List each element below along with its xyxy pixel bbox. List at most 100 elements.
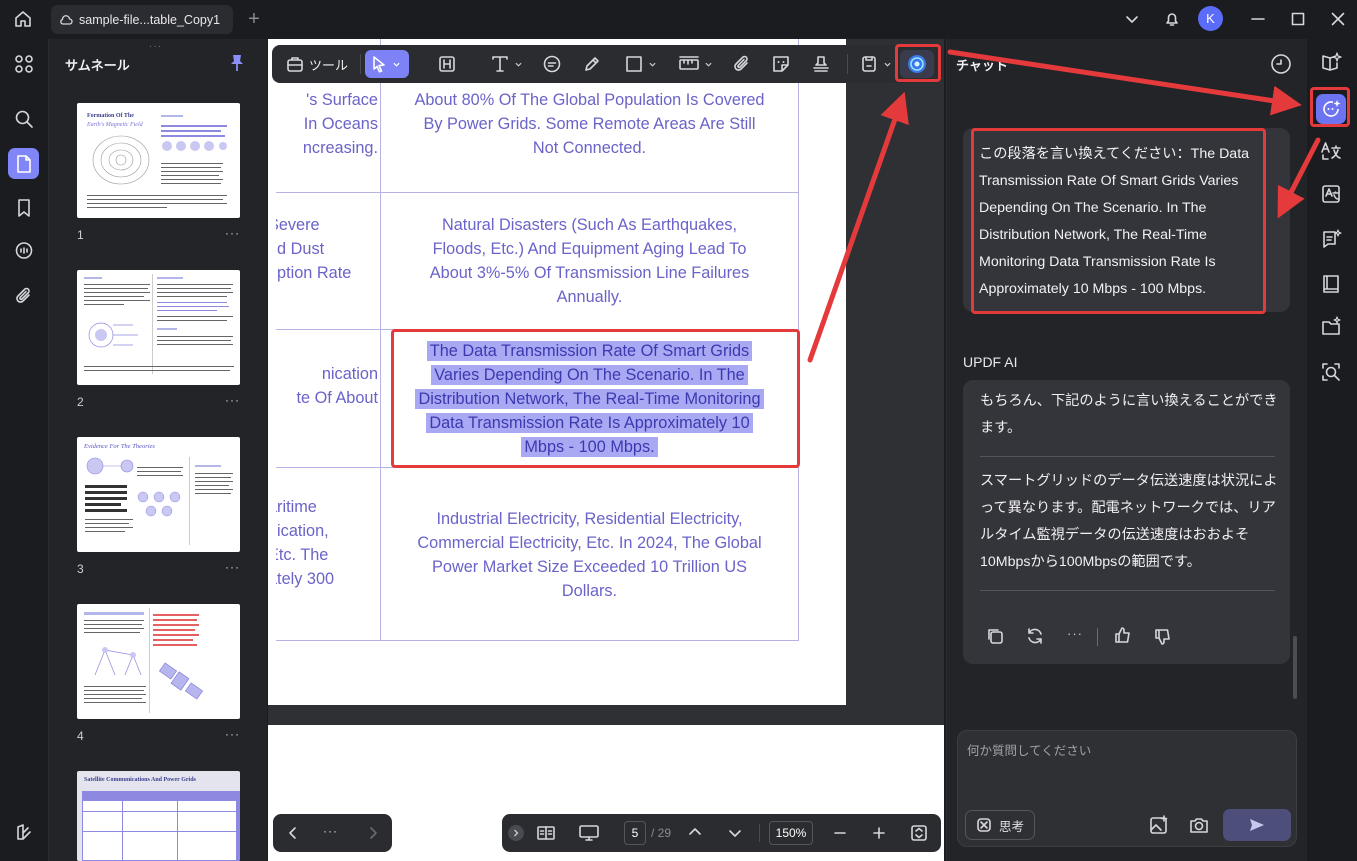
home-icon	[13, 9, 33, 29]
zoom-out-button[interactable]	[833, 826, 847, 840]
bookmarks-button[interactable]	[8, 192, 39, 223]
regenerate-button[interactable]	[1025, 626, 1045, 646]
text-box-button[interactable]	[432, 50, 462, 78]
like-button[interactable]	[1113, 625, 1133, 645]
monitor-icon	[578, 823, 600, 843]
search-button[interactable]	[8, 103, 39, 134]
rectangle-icon	[624, 54, 644, 74]
folder-sparkle-icon	[1320, 316, 1342, 338]
table-cell: Industrial Electricity, Residential Elec…	[417, 510, 762, 600]
page-options-button[interactable]: ···	[225, 393, 240, 407]
bookmark-icon	[15, 198, 33, 218]
send-button[interactable]	[1223, 809, 1291, 841]
ai-search-button[interactable]	[1316, 357, 1346, 387]
book-sparkle-icon	[1320, 51, 1342, 73]
ai-folder-button[interactable]	[1316, 312, 1346, 342]
sticker-icon	[771, 54, 791, 74]
shape-tool-button[interactable]	[618, 50, 662, 78]
sticker-tool-button[interactable]	[766, 50, 796, 78]
more-actions-button[interactable]: ···	[1067, 626, 1083, 641]
prev-page-button[interactable]	[281, 822, 305, 844]
chevron-right-icon	[512, 829, 520, 837]
chat-scrollbar[interactable]	[1293, 636, 1297, 699]
think-mode-button[interactable]: 思考	[965, 810, 1035, 840]
chat-input-box[interactable]: 何か質問してください 思考	[957, 730, 1297, 847]
more-options-button[interactable]: ···	[323, 824, 338, 838]
image-upload-button[interactable]	[1148, 814, 1170, 836]
page-options-button[interactable]: ···	[225, 560, 240, 574]
page-options-button[interactable]: ···	[225, 727, 240, 741]
chevron-right-icon	[368, 826, 378, 840]
grid-icon	[14, 54, 34, 74]
stamp-icon	[811, 54, 831, 74]
comment-icon	[542, 54, 562, 74]
tab-list-button[interactable]	[1117, 5, 1147, 33]
document-tab[interactable]: sample-file...table_Copy1	[51, 5, 233, 34]
attachment-tool-button[interactable]	[727, 50, 757, 78]
new-tab-button[interactable]: +	[243, 8, 265, 30]
pen-tool-button[interactable]	[577, 50, 607, 78]
chevron-down-icon	[884, 61, 891, 68]
copy-button[interactable]	[985, 626, 1005, 646]
ai-reader-button[interactable]	[1316, 47, 1346, 77]
close-button[interactable]	[1323, 5, 1353, 33]
dislike-button[interactable]	[1153, 627, 1173, 647]
maximize-button[interactable]	[1283, 5, 1313, 33]
user-message-callout-box	[971, 128, 1266, 314]
apps-button[interactable]	[8, 48, 39, 79]
page-up-button[interactable]	[688, 825, 702, 839]
stamp-tool-button[interactable]	[806, 50, 836, 78]
page-thumbnail-4[interactable]	[77, 604, 240, 719]
refresh-icon	[1025, 626, 1045, 646]
cursor-icon	[370, 55, 388, 73]
page-thumbnail-5[interactable]: Satellite Communications And Power Grids	[77, 771, 240, 861]
pin-button[interactable]	[229, 54, 245, 72]
page-thumbnail-2[interactable]	[77, 270, 240, 385]
notification-button[interactable]	[1157, 5, 1187, 33]
zoom-level-input[interactable]: 150%	[769, 821, 813, 845]
page-total: / 29	[651, 826, 672, 840]
thumbnails-button[interactable]	[8, 148, 39, 179]
page-layout-button[interactable]	[536, 823, 556, 843]
reader-mode-button[interactable]	[1316, 269, 1346, 299]
presentation-button[interactable]	[578, 823, 600, 843]
minimize-button[interactable]	[1243, 5, 1273, 33]
page-down-button[interactable]	[728, 826, 742, 840]
zoom-in-button[interactable]	[872, 826, 886, 840]
next-page-button[interactable]	[361, 822, 385, 844]
cloud-icon	[59, 14, 73, 26]
book-icon	[1320, 273, 1342, 295]
tools-button[interactable]: ツール	[278, 50, 356, 78]
table-cell: aritimenication,Etc. Theately 300.	[268, 498, 335, 612]
save-button[interactable]	[855, 50, 895, 78]
summarize-button[interactable]	[1316, 224, 1346, 254]
chat-title: チャット	[956, 58, 1008, 73]
thumbnails-title: サムネール	[65, 58, 130, 73]
fit-page-button[interactable]	[910, 824, 928, 842]
expand-button[interactable]	[508, 825, 524, 841]
page-number-input[interactable]: 5	[624, 821, 646, 845]
select-tool-button[interactable]	[365, 50, 409, 78]
measure-tool-button[interactable]	[672, 50, 718, 78]
thumbs-down-icon	[1153, 627, 1173, 647]
chat-input-placeholder[interactable]: 何か質問してください	[967, 740, 1091, 759]
chevron-down-icon	[728, 826, 742, 840]
translate-button[interactable]	[1316, 136, 1346, 166]
page-thumbnail-1[interactable]: Formation Of The Earth's Magnetic Field	[77, 103, 240, 218]
page-thumbnail-3[interactable]: Evidence For The Theories	[77, 437, 240, 552]
thumbnail-heading: Satellite Communications And Power Grids	[84, 777, 196, 783]
image-icon	[1148, 814, 1170, 836]
history-button[interactable]	[1270, 53, 1292, 75]
screenshot-button[interactable]	[1188, 814, 1210, 836]
text-tool-button[interactable]	[484, 50, 528, 78]
page-options-button[interactable]: ···	[225, 226, 240, 240]
panel-resize-handle[interactable]: ···	[149, 41, 162, 52]
comments-button[interactable]	[8, 235, 39, 266]
layers-button[interactable]	[8, 816, 39, 847]
attachments-button[interactable]	[8, 280, 39, 311]
tools-label: ツール	[308, 57, 348, 73]
ocr-button[interactable]	[1316, 179, 1346, 209]
comment-tool-button[interactable]	[537, 50, 567, 78]
home-button[interactable]	[8, 5, 38, 33]
avatar[interactable]: K	[1198, 6, 1223, 31]
